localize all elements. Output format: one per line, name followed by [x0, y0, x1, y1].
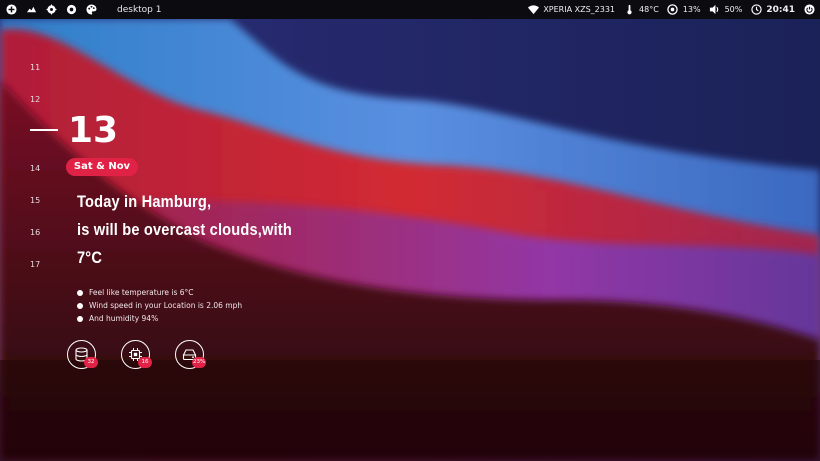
power-icon[interactable]: [803, 4, 815, 16]
date-badge: Sat & Nov: [66, 158, 138, 176]
cloud-icon[interactable]: [25, 4, 37, 16]
volume-value: 50%: [724, 5, 743, 14]
clock-time: 20:41: [766, 4, 795, 15]
calendar-day: 14: [30, 164, 41, 173]
feels-like-text: Feel like temperature is 6°C: [89, 288, 194, 297]
weather-line-1: Today in Hamburg,: [77, 192, 212, 211]
bullet-icon: [77, 289, 83, 296]
topbar-left: desktop 1: [0, 4, 162, 16]
gear-icon[interactable]: [45, 4, 57, 16]
device-name: XPERIA XZS_2331: [543, 5, 616, 14]
clock[interactable]: 20:41: [750, 4, 795, 16]
calendar-day: 15: [30, 196, 41, 205]
cpu-status[interactable]: 13%: [667, 4, 701, 16]
clock-icon: [750, 4, 762, 16]
memory-widget[interactable]: 32: [67, 340, 98, 369]
humidity-text: And humidity 94%: [89, 314, 159, 323]
desktop-label[interactable]: desktop 1: [117, 5, 162, 15]
weather-detail: Feel like temperature is 6°C: [77, 288, 194, 297]
cpu-icon: [667, 4, 679, 16]
topbar-right: XPERIA XZS_2331 48°C 13% 50% 20:41: [527, 4, 820, 16]
weather-detail: And humidity 94%: [77, 314, 158, 323]
disk-widget[interactable]: 23%: [175, 340, 207, 369]
cpu-widget-value: 16: [138, 357, 152, 368]
temperature-status[interactable]: 48°C: [623, 4, 659, 16]
speaker-icon: [709, 4, 721, 16]
disk-value: 23%: [192, 357, 207, 368]
settings-icon[interactable]: [65, 4, 77, 16]
add-workspace-icon[interactable]: [5, 4, 17, 16]
bullet-icon: [77, 302, 83, 309]
wind-speed-text: Wind speed in your Location is 2.06 mph: [89, 301, 243, 310]
current-day: 13: [68, 110, 119, 151]
current-day-marker: [30, 129, 58, 131]
top-bar: desktop 1 XPERIA XZS_2331 48°C 13% 50% 2…: [0, 0, 820, 19]
calendar-day: 17: [30, 260, 41, 269]
memory-value: 32: [84, 357, 98, 368]
weather-line-3: 7°C: [77, 248, 103, 267]
bullet-icon: [77, 315, 83, 322]
temperature-value: 48°C: [639, 5, 659, 14]
palette-icon[interactable]: [85, 4, 97, 16]
calendar-day: 12: [30, 95, 41, 104]
thermometer-icon: [623, 4, 635, 16]
wifi-status[interactable]: XPERIA XZS_2331: [527, 4, 615, 16]
wifi-icon: [527, 4, 539, 16]
cpu-value: 13%: [682, 5, 701, 14]
cpu-widget[interactable]: 16: [121, 340, 152, 369]
weather-detail: Wind speed in your Location is 2.06 mph: [77, 301, 242, 310]
weather-line-2: is will be overcast clouds,with: [77, 220, 292, 239]
calendar-day: 16: [30, 228, 41, 237]
calendar-day: 11: [30, 63, 41, 72]
volume-status[interactable]: 50%: [709, 4, 743, 16]
